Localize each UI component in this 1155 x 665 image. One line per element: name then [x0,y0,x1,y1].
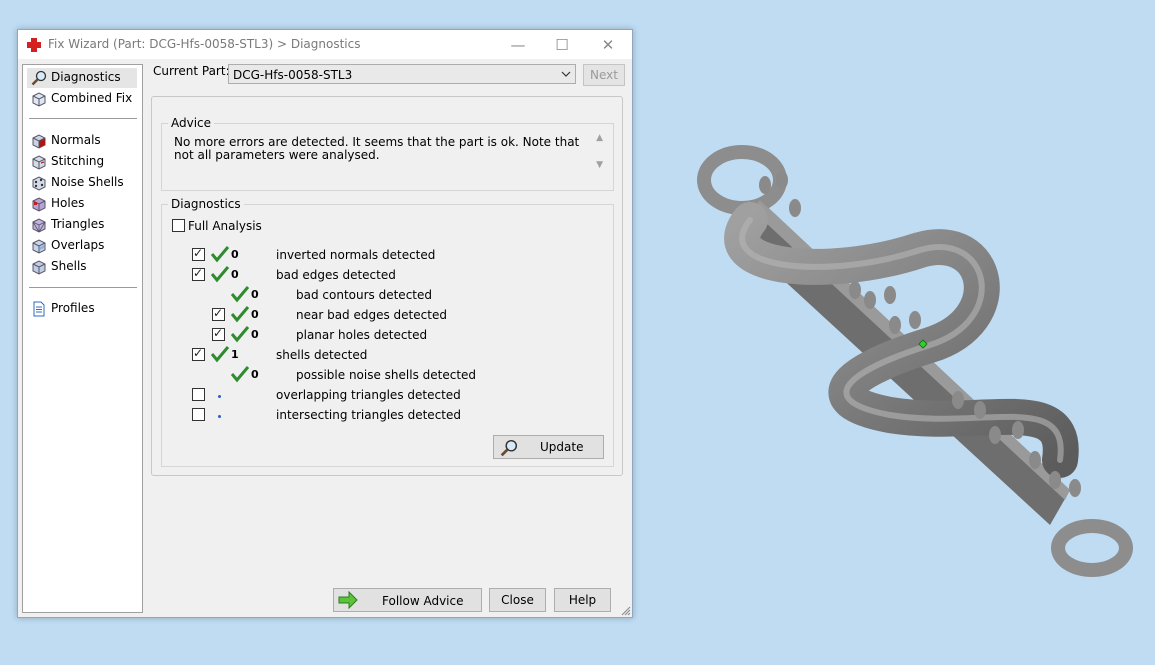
follow-advice-label: Follow Advice [382,594,464,608]
diag-count: 0 [231,248,239,261]
sidebar-item-label: Holes [51,196,85,210]
close-button[interactable]: Close [489,588,546,612]
overlaps-cube-icon [32,239,46,254]
diag-checkbox-planar-holes[interactable] [212,326,225,341]
sidebar-item-holes[interactable]: Holes [27,194,137,214]
resize-grip-icon[interactable] [621,606,631,616]
diag-checkbox-shells[interactable] [192,346,205,361]
diag-label: inverted normals detected [276,248,436,262]
sidebar-item-label: Combined Fix [51,91,133,105]
sidebar-item-combined-fix[interactable]: Combined Fix [27,89,137,109]
sidebar-item-label: Overlaps [51,238,105,252]
sidebar-item-label: Normals [51,133,101,147]
diag-label: planar holes detected [296,328,428,342]
diag-label: intersecting triangles detected [276,408,461,422]
sidebar-item-normals[interactable]: Normals [27,131,137,151]
scroll-up-icon[interactable]: ▲ [596,133,603,143]
stitching-cube-icon [32,155,46,170]
sidebar-item-profiles[interactable]: Profiles [27,299,137,319]
title-bar[interactable]: Fix Wizard (Part: DCG-Hfs-0058-STL3) > D… [18,30,632,59]
normals-cube-icon [32,134,46,149]
diag-checkbox-bad-edges[interactable] [192,266,205,281]
fix-wizard-dialog: Fix Wizard (Part: DCG-Hfs-0058-STL3) > D… [17,29,633,618]
advice-text: No more errors are detected. It seems th… [174,135,580,162]
sidebar-item-diagnostics[interactable]: Diagnostics [27,68,137,88]
green-arrow-icon [338,591,358,609]
diag-count: 0 [251,328,259,341]
sidebar-divider [29,287,137,288]
sidebar-item-label: Diagnostics [51,70,121,84]
advice-title: Advice [168,116,215,130]
diag-count: 0 [251,288,259,301]
sidebar-divider [29,118,137,119]
green-check-icon [210,246,230,263]
close-window-button[interactable]: ✕ [586,32,630,58]
sidebar-item-triangles[interactable]: Triangles [27,215,137,235]
diag-checkbox-overlapping-triangles[interactable] [192,388,205,401]
minimize-button[interactable]: — [496,32,540,58]
bottom-ring-shape [1051,519,1133,577]
update-button[interactable]: Update [493,435,604,459]
sidebar: Diagnostics Combined Fix Normals Stitchi… [22,64,143,613]
full-analysis-checkbox[interactable] [172,219,185,232]
sidebar-item-noise-shells[interactable]: Noise Shells [27,173,137,193]
green-check-icon [230,366,250,383]
help-button[interactable]: Help [554,588,611,612]
diag-count: 1 [231,348,239,361]
green-check-icon [230,326,250,343]
diagnostics-group: Diagnostics Full Analysis 0 inverted nor… [161,197,614,467]
not-run-dot-icon [218,395,221,398]
green-check-icon [210,266,230,283]
red-cross-icon [27,38,41,52]
diag-label: shells detected [276,348,368,362]
sidebar-item-stitching[interactable]: Stitching [27,152,137,172]
diag-count: 0 [251,368,259,381]
window-title: Fix Wizard (Part: DCG-Hfs-0058-STL3) > D… [48,37,361,51]
main-panel: Advice No more errors are detected. It s… [151,96,623,476]
advice-group: Advice No more errors are detected. It s… [161,116,614,191]
3d-model-view[interactable] [690,130,1150,590]
update-label: Update [540,440,584,454]
diag-label: bad edges detected [276,268,396,282]
diag-checkbox-intersecting-triangles[interactable] [192,408,205,421]
diag-label: possible noise shells detected [296,368,477,382]
sidebar-item-overlaps[interactable]: Overlaps [27,236,137,256]
sidebar-item-label: Shells [51,259,87,273]
diag-checkbox-inverted-normals[interactable] [192,246,205,261]
shells-cube-icon [32,260,46,275]
holes-cube-icon [32,197,46,212]
noise-shells-cube-icon [32,176,46,191]
magnifier-icon [31,70,47,86]
green-check-icon [210,346,230,363]
next-button[interactable]: Next [583,64,625,86]
green-check-icon [230,306,250,323]
diag-checkbox-near-bad-edges[interactable] [212,306,225,321]
maximize-button[interactable]: ☐ [540,32,584,58]
diag-label: bad contours detected [296,288,432,302]
scroll-down-icon[interactable]: ▼ [596,160,603,170]
diag-count: 0 [231,268,239,281]
diag-label: overlapping triangles detected [276,388,461,402]
document-icon [33,301,45,317]
magnifier-icon [500,439,518,457]
green-check-icon [230,286,250,303]
sidebar-item-label: Profiles [51,301,95,315]
full-analysis-label: Full Analysis [188,219,262,233]
follow-advice-button[interactable]: Follow Advice [333,588,482,612]
current-part-value: DCG-Hfs-0058-STL3 [233,68,353,82]
cube-icon [32,92,46,107]
sidebar-item-label: Stitching [51,154,105,168]
diagnostics-title: Diagnostics [168,197,244,211]
chevron-down-icon [561,71,571,77]
sidebar-item-label: Noise Shells [51,175,124,189]
sidebar-item-shells[interactable]: Shells [27,257,137,277]
sidebar-item-label: Triangles [51,217,105,231]
current-part-dropdown[interactable]: DCG-Hfs-0058-STL3 [228,64,576,84]
diag-count: 0 [251,308,259,321]
not-run-dot-icon [218,415,221,418]
current-part-label: Current Part: [153,64,230,78]
triangles-cube-icon [32,218,46,233]
diag-label: near bad edges detected [296,308,447,322]
